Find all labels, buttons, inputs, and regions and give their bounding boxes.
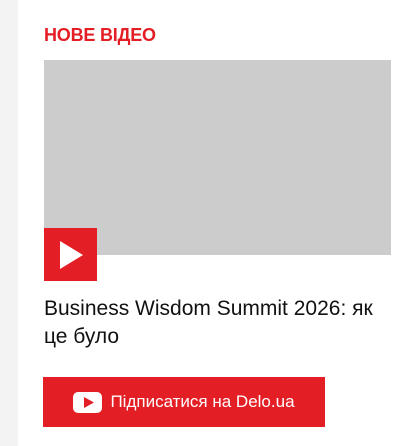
section-title: НОВЕ ВІДЕО [44, 25, 156, 45]
video-title[interactable]: Business Wisdom Summit 2026: як це було [44, 295, 394, 351]
play-icon [59, 240, 83, 269]
subscribe-button[interactable]: Підписатися на Delo.ua [43, 377, 325, 427]
video-thumbnail[interactable] [44, 60, 391, 281]
subscribe-label: Підписатися на Delo.ua [110, 392, 295, 411]
youtube-icon [73, 391, 103, 413]
new-video-widget: НОВЕ ВІДЕО Business Wisdom Summit 2026: … [18, 0, 410, 446]
play-button[interactable] [44, 228, 97, 281]
